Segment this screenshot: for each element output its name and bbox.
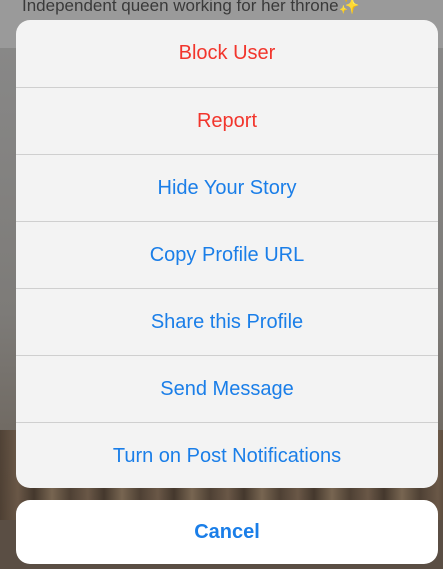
copy-profile-url-button[interactable]: Copy Profile URL: [16, 221, 438, 288]
cancel-button[interactable]: Cancel: [16, 500, 438, 564]
report-button[interactable]: Report: [16, 87, 438, 154]
hide-your-story-button[interactable]: Hide Your Story: [16, 154, 438, 221]
block-user-button[interactable]: Block User: [16, 20, 438, 87]
background-caption: Independent queen working for her throne…: [22, 0, 360, 15]
action-sheet: Block User Report Hide Your Story Copy P…: [16, 20, 438, 488]
turn-on-post-notifications-button[interactable]: Turn on Post Notifications: [16, 422, 438, 488]
send-message-button[interactable]: Send Message: [16, 355, 438, 422]
share-profile-button[interactable]: Share this Profile: [16, 288, 438, 355]
